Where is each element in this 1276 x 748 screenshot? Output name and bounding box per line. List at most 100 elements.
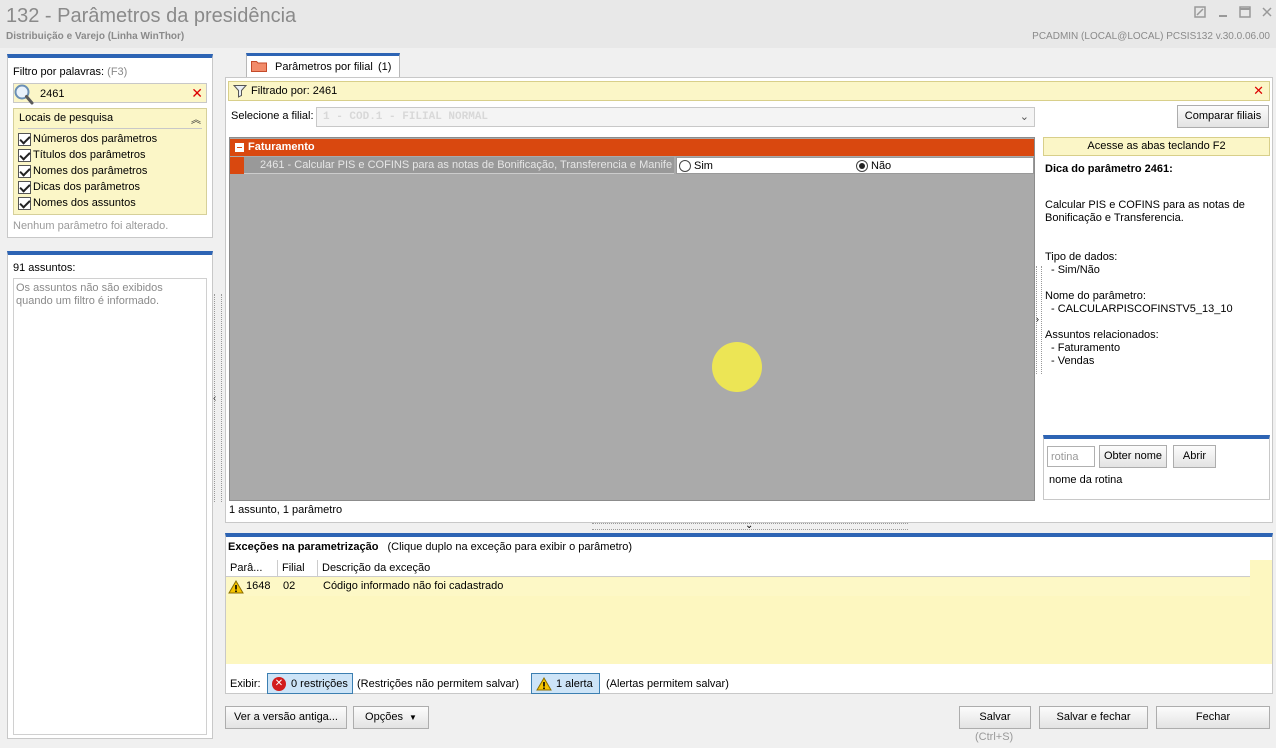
filter-bar-text: Filtrado por: 2461 <box>251 85 338 97</box>
caret-down-icon: ▼ <box>409 713 417 722</box>
restrictions-note: (Restrições não permitem salvar) <box>357 678 519 690</box>
tab-count: (1) <box>378 61 392 73</box>
active-filter-bar: Filtrado por: 2461 ✕ <box>228 81 1270 101</box>
checkbox-checked[interactable] <box>18 132 31 146</box>
error-icon: ✕ <box>272 676 286 691</box>
exceptions-heading: Exceções na parametrização (Clique duplo… <box>228 541 632 553</box>
exception-description: Código informado não foi cadastrado <box>323 580 504 592</box>
location-subject-names[interactable]: Nomes dos assuntos <box>18 195 136 211</box>
collapse-right-icon[interactable]: › <box>1036 314 1039 324</box>
restrictions-toggle[interactable]: ✕ 0 restrições <box>267 673 353 694</box>
radio-unselected[interactable] <box>679 160 691 172</box>
options-label: Opções <box>365 711 403 723</box>
branch-label: Selecione a filial: <box>231 110 314 122</box>
option-nao[interactable]: Não <box>856 160 891 172</box>
routine-name: nome da rotina <box>1049 474 1123 486</box>
search-locations-title: Locais de pesquisa <box>19 112 114 124</box>
column-header-param[interactable]: Parâ... <box>230 562 262 574</box>
chevron-down-icon[interactable]: ⌄ <box>745 520 753 531</box>
option-sim[interactable]: Sim <box>679 160 713 172</box>
checkbox-checked[interactable] <box>18 148 31 162</box>
parameter-row[interactable]: 2461 - Calcular PIS e COFINS para as not… <box>230 157 1034 174</box>
tip-title: Dica do parâmetro 2461: <box>1045 163 1173 175</box>
magnifier-search-icon <box>14 84 34 105</box>
grid-summary: 1 assunto, 1 parâmetro <box>229 504 343 516</box>
checkbox-checked[interactable] <box>18 180 31 194</box>
radio-selected[interactable] <box>856 160 868 172</box>
parameters-grid[interactable]: Faturamento 2461 - Calcular PIS e COFINS… <box>229 137 1035 501</box>
exception-row[interactable]: 1648 02 Código informado não foi cadastr… <box>226 578 1250 596</box>
location-titles[interactable]: Títulos dos parâmetros <box>18 147 146 163</box>
close-window-icon[interactable] <box>1259 6 1275 20</box>
get-name-button[interactable]: Obter nome <box>1099 445 1167 468</box>
open-routine-button[interactable]: Abrir <box>1173 445 1216 468</box>
option-label: Não <box>871 160 892 172</box>
folder-icon <box>251 61 267 72</box>
filter-shortcut-hint: (F3) <box>107 66 128 78</box>
location-numbers[interactable]: Números dos parâmetros <box>18 131 157 147</box>
filter-panel: Filtro por palavras: (F3) ✕ Locais de pe… <box>7 54 213 238</box>
filter-label: Filtro por palavras: (F3) <box>13 66 127 78</box>
column-header-description[interactable]: Descrição da exceção <box>322 562 430 574</box>
session-info: PCADMIN (LOCAL@LOCAL) PCSIS132 v.30.0.06… <box>1032 31 1270 42</box>
checkbox-checked[interactable] <box>18 164 31 178</box>
save-and-close-button[interactable]: Salvar e fechar <box>1039 706 1148 729</box>
warning-icon <box>228 580 244 594</box>
tab-label: Parâmetros por filial <box>275 61 373 73</box>
parameter-options-cell: Sim Não <box>676 157 1034 174</box>
collapse-up-icon[interactable]: ︽ <box>191 111 201 126</box>
column-header-branch[interactable]: Filial <box>282 562 305 574</box>
branch-select[interactable]: 1 - COD.1 - FILIAL NORMAL ⌄ <box>316 107 1035 127</box>
routine-input[interactable] <box>1047 446 1095 467</box>
option-label: Sim <box>694 160 713 172</box>
restrictions-count: 0 restrições <box>291 677 348 690</box>
minimize-icon[interactable] <box>1215 6 1231 20</box>
remove-filter-icon[interactable]: ✕ <box>1253 83 1264 99</box>
old-version-button[interactable]: Ver a versão antiga... <box>225 706 347 729</box>
tip-body: Calcular PIS e COFINS para as notas de B… <box>1045 199 1245 224</box>
tab-branch-parameters[interactable]: Parâmetros por filial (1) <box>246 53 400 77</box>
chevron-down-icon[interactable]: ⌄ <box>1020 110 1029 123</box>
exceptions-panel: Exceções na parametrização (Clique duplo… <box>225 533 1273 694</box>
routine-panel: Obter nome Abrir nome da rotina <box>1043 435 1270 500</box>
subjects-message: Os assuntos não são exibidos quando um f… <box>16 282 163 307</box>
close-button[interactable]: Fechar <box>1156 706 1270 729</box>
show-label: Exibir: <box>230 678 261 690</box>
location-tips[interactable]: Dicas dos parâmetros <box>18 179 140 195</box>
collapse-left-icon[interactable]: ‹ <box>213 393 216 404</box>
exception-param: 1648 <box>246 580 271 592</box>
search-box: ✕ <box>13 83 207 105</box>
group-header-row[interactable]: Faturamento <box>230 139 1034 156</box>
param-name-label: Nome do parâmetro: <box>1045 290 1146 302</box>
alerts-note: (Alertas permitem salvar) <box>606 678 729 690</box>
related-subjects-label: Assuntos relacionados: <box>1045 329 1159 341</box>
location-label: Títulos dos parâmetros <box>33 149 146 161</box>
warning-icon <box>536 676 552 690</box>
options-button[interactable]: Opções ▼ <box>353 706 429 729</box>
parameter-description-cell[interactable]: 2461 - Calcular PIS e COFINS para as not… <box>244 157 674 174</box>
column-divider <box>317 560 318 577</box>
param-name-value: - CALCULARPISCOFINSTV5_13_10 <box>1051 303 1233 315</box>
alerts-toggle[interactable]: 1 alerta <box>531 673 600 694</box>
subjects-panel: 91 assuntos: Os assuntos não são exibido… <box>7 251 213 739</box>
clear-filter-icon[interactable]: ✕ <box>191 85 203 101</box>
compare-branches-button[interactable]: Comparar filiais <box>1177 105 1269 128</box>
subjects-list[interactable]: Os assuntos não são exibidos quando um f… <box>13 278 207 735</box>
maximize-icon[interactable] <box>1237 6 1253 20</box>
checkbox-checked[interactable] <box>18 196 31 210</box>
location-label: Nomes dos parâmetros <box>33 165 148 177</box>
save-button[interactable]: Salvar <box>959 706 1031 729</box>
collapse-group-icon[interactable] <box>235 143 244 152</box>
location-param-names[interactable]: Nomes dos parâmetros <box>18 163 147 179</box>
restore-layout-icon[interactable] <box>1192 6 1208 20</box>
related-subject: - Vendas <box>1051 355 1095 367</box>
title-bar: 132 - Parâmetros da presidência Distribu… <box>0 0 1276 48</box>
group-label: Faturamento <box>248 141 315 153</box>
subjects-count: 91 assuntos: <box>13 262 76 274</box>
divider <box>18 128 202 129</box>
window-subtitle: Distribuição e Varejo (Linha WinThor) <box>6 31 185 42</box>
branch-select-value: 1 - COD.1 - FILIAL NORMAL <box>323 111 489 123</box>
save-shortcut-hint: (Ctrl+S) <box>975 731 1014 743</box>
search-input[interactable] <box>40 86 190 101</box>
exceptions-grid[interactable]: Parâ... Filial Descrição da exceção 1648… <box>226 560 1272 664</box>
